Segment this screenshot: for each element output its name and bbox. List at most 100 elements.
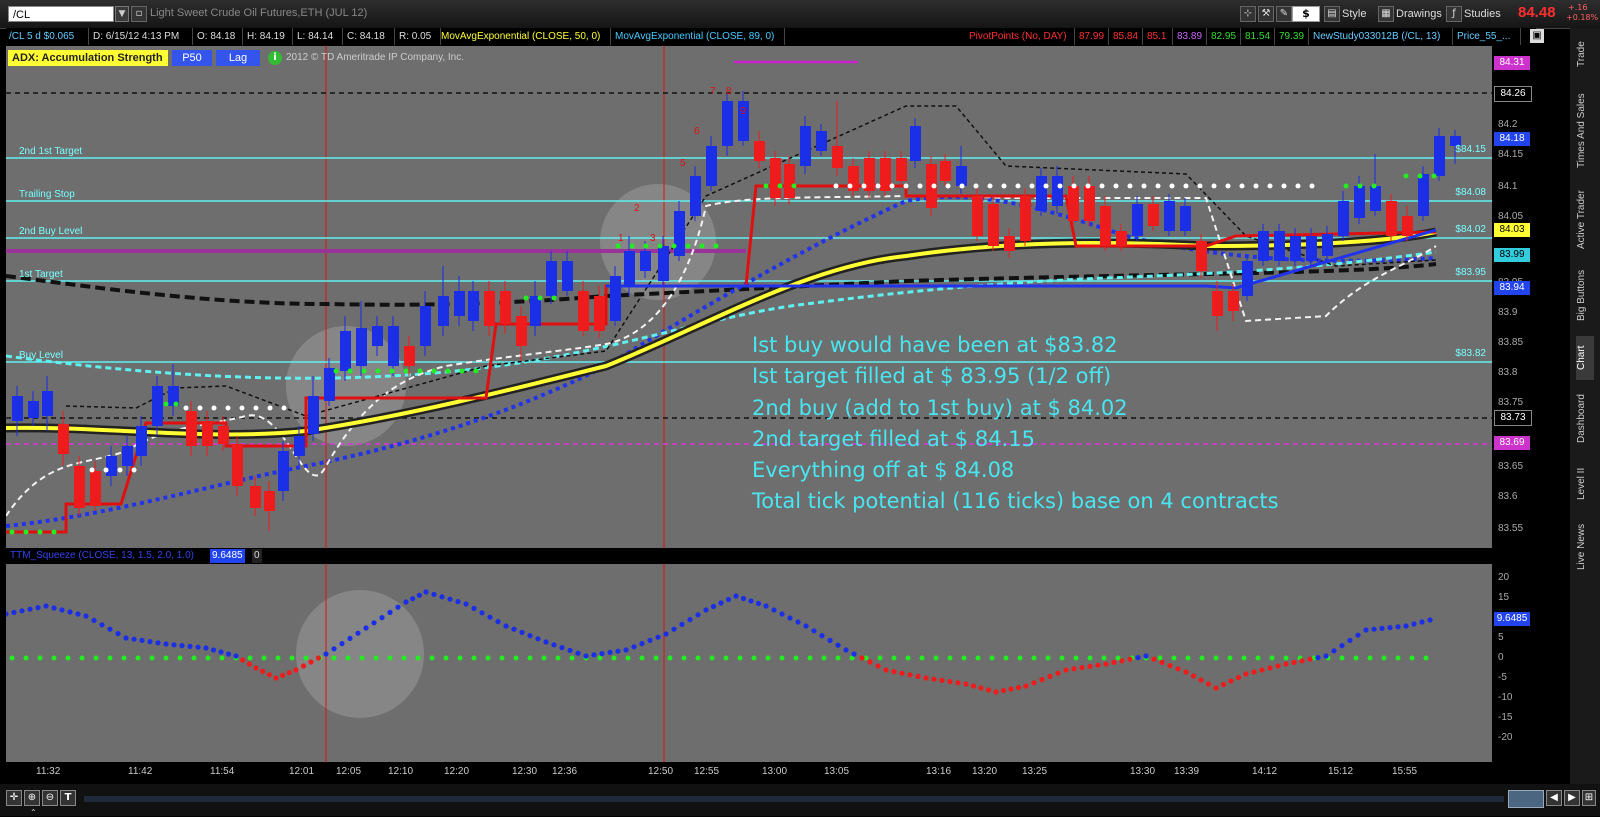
momentum-dot bbox=[139, 637, 145, 643]
scrollbar-thumb[interactable] bbox=[1508, 790, 1544, 808]
price-tick: 84.2 bbox=[1498, 119, 1518, 130]
signal-dot bbox=[163, 401, 169, 407]
squeeze-dot bbox=[1423, 655, 1429, 661]
price-axis[interactable]: 84.284.1584.184.0583.9583.983.8583.883.7… bbox=[1492, 46, 1540, 784]
info-icon[interactable]: i bbox=[268, 51, 282, 65]
horizontal-scrollbar[interactable] bbox=[84, 796, 1504, 802]
scroll-right-icon[interactable]: ▶ bbox=[1564, 790, 1580, 806]
momentum-dot bbox=[1220, 681, 1227, 688]
signal-dot bbox=[1253, 183, 1259, 189]
candle-body bbox=[122, 446, 133, 466]
newstudy-label[interactable]: NewStudy033012B (/CL, 13) bbox=[1310, 28, 1453, 45]
sequence-number: 6 bbox=[694, 126, 700, 137]
candle-body bbox=[294, 436, 305, 456]
price-study-label[interactable]: Price_55_... bbox=[1454, 28, 1521, 45]
squeeze-dot bbox=[821, 655, 827, 661]
sequence-number: 7 bbox=[710, 86, 716, 97]
studies-icon: ƒ bbox=[1446, 6, 1462, 22]
momentum-dot bbox=[59, 607, 65, 613]
zoom-in-icon[interactable]: ⊕ bbox=[24, 790, 40, 806]
momentum-dot bbox=[1071, 666, 1077, 672]
momentum-dot bbox=[710, 603, 717, 610]
momentum-dot bbox=[1228, 678, 1234, 684]
momentum-dot bbox=[748, 598, 754, 604]
ema-50-label[interactable]: MovAvgExponential (CLOSE, 50, 0) bbox=[438, 28, 611, 45]
signal-dot bbox=[1225, 183, 1231, 189]
side-tab-level-ii[interactable]: Level II bbox=[1576, 458, 1594, 510]
side-tab-live-news[interactable]: Live News bbox=[1576, 518, 1594, 576]
squeeze-dot bbox=[877, 655, 883, 661]
squeeze-dot bbox=[1031, 655, 1037, 661]
text-tool-icon[interactable]: T bbox=[60, 790, 76, 806]
candle-body bbox=[546, 261, 557, 296]
side-tab-trade[interactable]: Trade bbox=[1576, 32, 1594, 76]
momentum-dot bbox=[187, 643, 193, 649]
adx-label[interactable]: ADX: Accumulation Strength bbox=[8, 50, 168, 66]
momentum-dot bbox=[1347, 637, 1353, 643]
side-tab-times-and-sales[interactable]: Times And Sales bbox=[1576, 86, 1594, 176]
side-tab-chart[interactable]: Chart bbox=[1576, 336, 1594, 380]
momentum-dot bbox=[1183, 669, 1189, 675]
squeeze-dot bbox=[429, 655, 435, 661]
momentum-dot bbox=[439, 594, 445, 600]
momentum-dot bbox=[123, 635, 129, 641]
fit-icon[interactable]: ⊞ bbox=[1582, 790, 1596, 806]
signal-dot bbox=[473, 368, 479, 374]
ttm-squeeze-panel[interactable] bbox=[6, 564, 1492, 762]
signal-dot bbox=[917, 183, 923, 189]
level-label: 1st Target bbox=[19, 269, 63, 280]
squeeze-dot bbox=[555, 655, 561, 661]
squeeze-dot bbox=[779, 655, 785, 661]
squeeze-dot bbox=[639, 655, 645, 661]
signal-dot bbox=[1431, 173, 1437, 179]
zoom-out-icon[interactable]: ⊖ bbox=[42, 790, 58, 806]
style-menu[interactable]: Style bbox=[1342, 6, 1366, 22]
time-tick: 11:42 bbox=[128, 766, 153, 777]
momentum-dot bbox=[725, 596, 732, 603]
scroll-left-icon[interactable]: ◀ bbox=[1546, 790, 1562, 806]
momentum-dot bbox=[631, 644, 637, 650]
momentum-dot bbox=[867, 659, 873, 665]
momentum-dot bbox=[1339, 643, 1345, 649]
candle-body bbox=[28, 401, 39, 418]
lag-badge[interactable]: Lag bbox=[216, 50, 260, 66]
momentum-dot bbox=[1151, 656, 1157, 662]
candle-body bbox=[1196, 241, 1207, 271]
pivot-points-label[interactable]: PivotPoints (No, DAY) bbox=[966, 28, 1075, 45]
dollar-button[interactable]: $ bbox=[1292, 6, 1320, 22]
move-icon[interactable]: ✛ bbox=[6, 790, 22, 806]
studies-menu[interactable]: Studies bbox=[1464, 6, 1501, 22]
drawings-menu[interactable]: Drawings bbox=[1396, 6, 1442, 22]
signal-dot bbox=[763, 183, 769, 189]
signal-dot bbox=[945, 183, 951, 189]
crosshair-icon[interactable]: ⊹ bbox=[1240, 6, 1256, 22]
candle-body bbox=[640, 251, 651, 271]
candle-body bbox=[1306, 236, 1317, 261]
side-tab-active-trader[interactable]: Active Trader bbox=[1576, 186, 1594, 254]
side-tab-big-buttons[interactable]: Big Buttons bbox=[1576, 262, 1594, 328]
signal-dot bbox=[183, 405, 189, 411]
ttm-squeeze-label[interactable]: TTM_Squeeze (CLOSE, 13, 1.5, 2.0, 1.0) bbox=[10, 548, 194, 564]
momentum-dot bbox=[203, 645, 209, 651]
squeeze-dot bbox=[1213, 655, 1219, 661]
momentum-dot bbox=[787, 615, 793, 621]
drawing-tool-icon[interactable]: ✎ bbox=[1276, 6, 1292, 22]
symbol-input[interactable]: /CL bbox=[8, 6, 114, 22]
squeeze-dot bbox=[1199, 655, 1205, 661]
signal-dot bbox=[267, 405, 273, 411]
link-icon[interactable]: ▫ bbox=[131, 6, 147, 22]
signal-dot bbox=[1239, 183, 1245, 189]
price-marker: 84.31 bbox=[1494, 56, 1530, 70]
momentum-dot bbox=[803, 623, 809, 629]
price-chart[interactable]: 1 2 3 5 6 789 2nd 1st Target Trailing Stop 2nd … bbox=[6, 46, 1492, 552]
p50-badge[interactable]: P50 bbox=[172, 50, 212, 66]
chart-settings-icon[interactable]: ▣ bbox=[1530, 29, 1544, 43]
symbol-dropdown-icon[interactable]: ▼ bbox=[115, 6, 129, 22]
expand-icon[interactable]: ⌃ bbox=[30, 808, 42, 817]
wrench-icon[interactable]: ⚒ bbox=[1258, 6, 1274, 22]
momentum-dot bbox=[387, 609, 393, 615]
chart-info-bar: /CL 5 d $0.065 D: 6/15/12 4:13 PM O: 84.… bbox=[6, 28, 1544, 45]
momentum-dot bbox=[1275, 663, 1281, 669]
side-tab-dashboard[interactable]: Dashboard bbox=[1576, 388, 1594, 450]
ema-89-label[interactable]: MovAvgExponential (CLOSE, 89, 0) bbox=[612, 28, 785, 45]
